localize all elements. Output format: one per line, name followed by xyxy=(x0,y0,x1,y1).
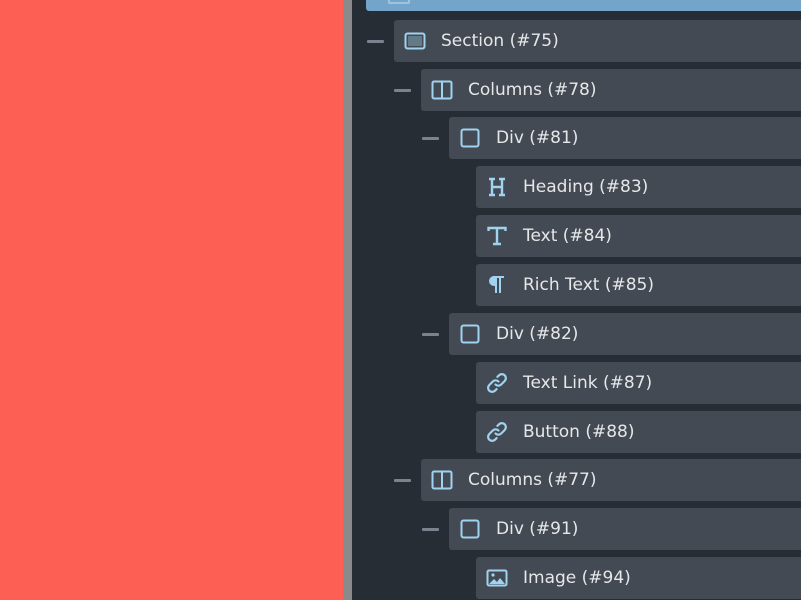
tree-item-bar[interactable]: Div (#91) xyxy=(449,508,801,550)
tree-item-columns-78[interactable]: Columns (#78) xyxy=(394,69,801,113)
tree-item-bar[interactable]: Rich Text (#85) xyxy=(476,264,801,306)
collapse-toggle[interactable] xyxy=(422,528,439,531)
tree-item-label: Columns (#77) xyxy=(468,470,597,490)
tree-item-section-75[interactable]: Section (#75) xyxy=(367,20,801,64)
collapse-toggle[interactable] xyxy=(422,333,439,336)
tree-item-bar[interactable]: Heading (#83) xyxy=(476,166,801,208)
tree-item-label: Columns (#78) xyxy=(468,80,597,100)
tree-item-label: Text (#84) xyxy=(523,226,612,246)
rich-text-icon xyxy=(486,274,508,296)
tree-item-div-91[interactable]: Div (#91) xyxy=(422,508,801,552)
collapse-toggle[interactable] xyxy=(394,89,411,92)
div-icon xyxy=(459,323,481,345)
tree-item-rich-text-85[interactable]: Rich Text (#85) xyxy=(476,264,801,308)
collapse-toggle[interactable] xyxy=(422,137,439,140)
heading-icon xyxy=(486,176,508,198)
tree-item-text-84[interactable]: Text (#84) xyxy=(476,215,801,259)
tree-item-label: Image (#94) xyxy=(523,568,631,588)
link-icon xyxy=(486,372,508,394)
tree-item-heading-83[interactable]: Heading (#83) xyxy=(476,166,801,210)
tree-item-label: Heading (#83) xyxy=(523,177,649,197)
tree-item-columns-77[interactable]: Columns (#77) xyxy=(394,459,801,503)
link-icon xyxy=(486,421,508,443)
canvas-preview[interactable] xyxy=(0,0,343,600)
tree-item-button-88[interactable]: Button (#88) xyxy=(476,411,801,455)
tree-item-bar[interactable]: Image (#94) xyxy=(476,557,801,599)
image-icon xyxy=(486,567,508,589)
div-icon xyxy=(459,127,481,149)
tree-item-bar[interactable]: Button (#88) xyxy=(476,411,801,453)
tree-item-label: Div (#82) xyxy=(496,324,579,344)
tree-item-text-link-87[interactable]: Text Link (#87) xyxy=(476,362,801,406)
tree-item-label: Rich Text (#85) xyxy=(523,275,654,295)
tree-item-image-94[interactable]: Image (#94) xyxy=(476,557,801,600)
tree-item-bar[interactable]: Text (#84) xyxy=(476,215,801,257)
tree-item-label: Div (#91) xyxy=(496,519,579,539)
body-icon xyxy=(388,0,410,4)
tree-item-label: Text Link (#87) xyxy=(523,373,653,393)
div-icon xyxy=(459,518,481,540)
tree-item-bar[interactable]: Section (#75) xyxy=(394,20,801,62)
panel-resize-handle[interactable] xyxy=(343,0,352,600)
app-root: Section (#75) Columns (#78) Div (#81) He… xyxy=(0,0,801,601)
tree-item-bar[interactable]: Columns (#77) xyxy=(421,459,801,501)
tree-item-label: Section (#75) xyxy=(441,31,559,51)
selected-tree-item[interactable] xyxy=(366,0,801,11)
tree-item-label: Button (#88) xyxy=(523,422,635,442)
tree-item-bar[interactable]: Div (#81) xyxy=(449,117,801,159)
collapse-toggle[interactable] xyxy=(394,479,411,482)
columns-icon xyxy=(431,79,453,101)
tree-item-div-81[interactable]: Div (#81) xyxy=(422,117,801,161)
navigator-panel: Section (#75) Columns (#78) Div (#81) He… xyxy=(352,0,801,600)
tree-item-div-82[interactable]: Div (#82) xyxy=(422,313,801,357)
text-icon xyxy=(486,225,508,247)
tree-item-bar[interactable]: Div (#82) xyxy=(449,313,801,355)
collapse-toggle[interactable] xyxy=(367,40,384,43)
section-icon xyxy=(404,30,426,52)
tree-item-bar[interactable]: Columns (#78) xyxy=(421,69,801,111)
tree-item-label: Div (#81) xyxy=(496,128,579,148)
tree-item-bar[interactable]: Text Link (#87) xyxy=(476,362,801,404)
columns-icon xyxy=(431,469,453,491)
